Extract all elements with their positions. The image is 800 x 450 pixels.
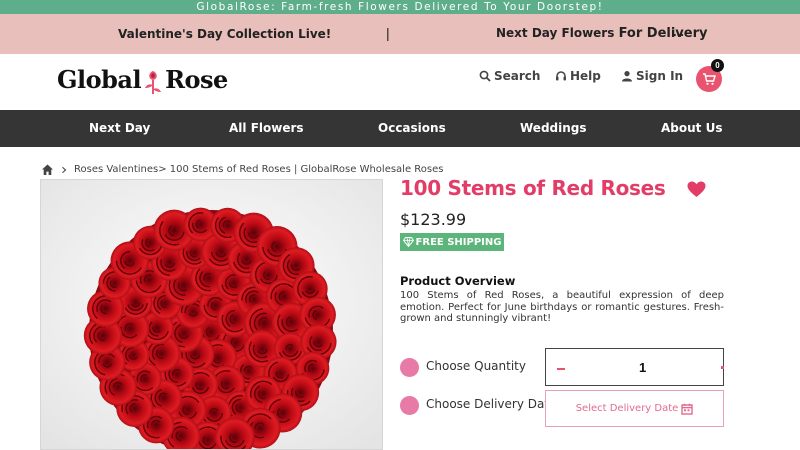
breadcrumb: Roses Valentines> 100 Stems of Red Roses…	[41, 163, 443, 176]
cart-icon	[703, 73, 716, 85]
quantity-value[interactable]: 1	[639, 360, 646, 375]
logo-text-global: Global	[57, 65, 142, 94]
promo-bar: Valentine's Day Collection Live! | Next …	[0, 14, 800, 54]
site-logo[interactable]: Global Rose	[57, 65, 228, 96]
site-header: Global Rose Search Help Sign In 0	[0, 54, 800, 110]
step-dot-delivery	[400, 396, 419, 415]
product-price: $123.99	[400, 210, 467, 229]
free-shipping-badge: FREE SHIPPING	[400, 233, 504, 251]
home-icon[interactable]	[41, 163, 54, 176]
select-delivery-date-label: Select Delivery Date	[575, 403, 679, 414]
search-icon	[479, 70, 491, 82]
quantity-stepper[interactable]: 1	[545, 348, 724, 386]
promo-next-day-text: Next Day Flowers	[496, 26, 615, 40]
step-dot-quantity	[400, 358, 419, 377]
select-delivery-date-button[interactable]: Select Delivery Date	[545, 390, 724, 427]
product-image[interactable]	[40, 179, 383, 450]
overview-heading: Product Overview	[400, 274, 516, 288]
product-title: 100 Stems of Red Roses	[400, 176, 666, 200]
promo-valentines-link[interactable]: Valentine's Day Collection Live!	[118, 27, 331, 41]
decrease-quantity-button[interactable]	[557, 368, 565, 370]
quantity-label: Choose Quantity	[426, 359, 526, 373]
logo-text-rose: Rose	[165, 65, 228, 94]
nav-next-day[interactable]: Next Day	[89, 121, 150, 135]
heart-icon[interactable]	[687, 181, 706, 198]
main-nav: Next Day All Flowers Occasions Weddings …	[0, 110, 800, 147]
overview-description: 100 Stems of Red Roses, a beautiful expr…	[400, 290, 724, 324]
help-button[interactable]: Help	[555, 69, 601, 83]
search-button[interactable]: Search	[479, 69, 540, 83]
nav-about-us[interactable]: About Us	[661, 121, 722, 135]
breadcrumb-text[interactable]: Roses Valentines> 100 Stems of Red Roses…	[74, 164, 443, 175]
free-shipping-label: FREE SHIPPING	[415, 236, 502, 248]
promo-more-button[interactable]: ...	[673, 24, 684, 39]
promo-separator: |	[386, 25, 390, 41]
sign-in-button[interactable]: Sign In	[621, 69, 683, 83]
nav-all-flowers[interactable]: All Flowers	[229, 121, 304, 135]
diamond-icon	[402, 237, 414, 247]
red-roses-bouquet-image	[41, 180, 382, 449]
promo-delivery-text: For Delivery	[618, 26, 708, 41]
nav-weddings[interactable]: Weddings	[520, 121, 587, 135]
rose-logo-icon	[142, 68, 164, 96]
help-label: Help	[570, 69, 601, 83]
topbar-banner: GlobalRose: Farm-fresh Flowers Delivered…	[0, 0, 800, 14]
calendar-icon	[681, 403, 694, 415]
increase-quantity-button[interactable]	[721, 366, 724, 369]
nav-occasions[interactable]: Occasions	[378, 121, 446, 135]
delivery-date-label: Choose Delivery Date	[426, 397, 557, 411]
cart-count-badge: 0	[711, 59, 724, 72]
sign-in-label: Sign In	[636, 69, 684, 83]
search-label: Search	[494, 69, 541, 83]
topbar-text: GlobalRose: Farm-fresh Flowers Delivered…	[196, 1, 604, 13]
headset-icon	[556, 71, 566, 81]
chevron-right-icon	[62, 166, 67, 173]
user-icon	[622, 71, 632, 82]
